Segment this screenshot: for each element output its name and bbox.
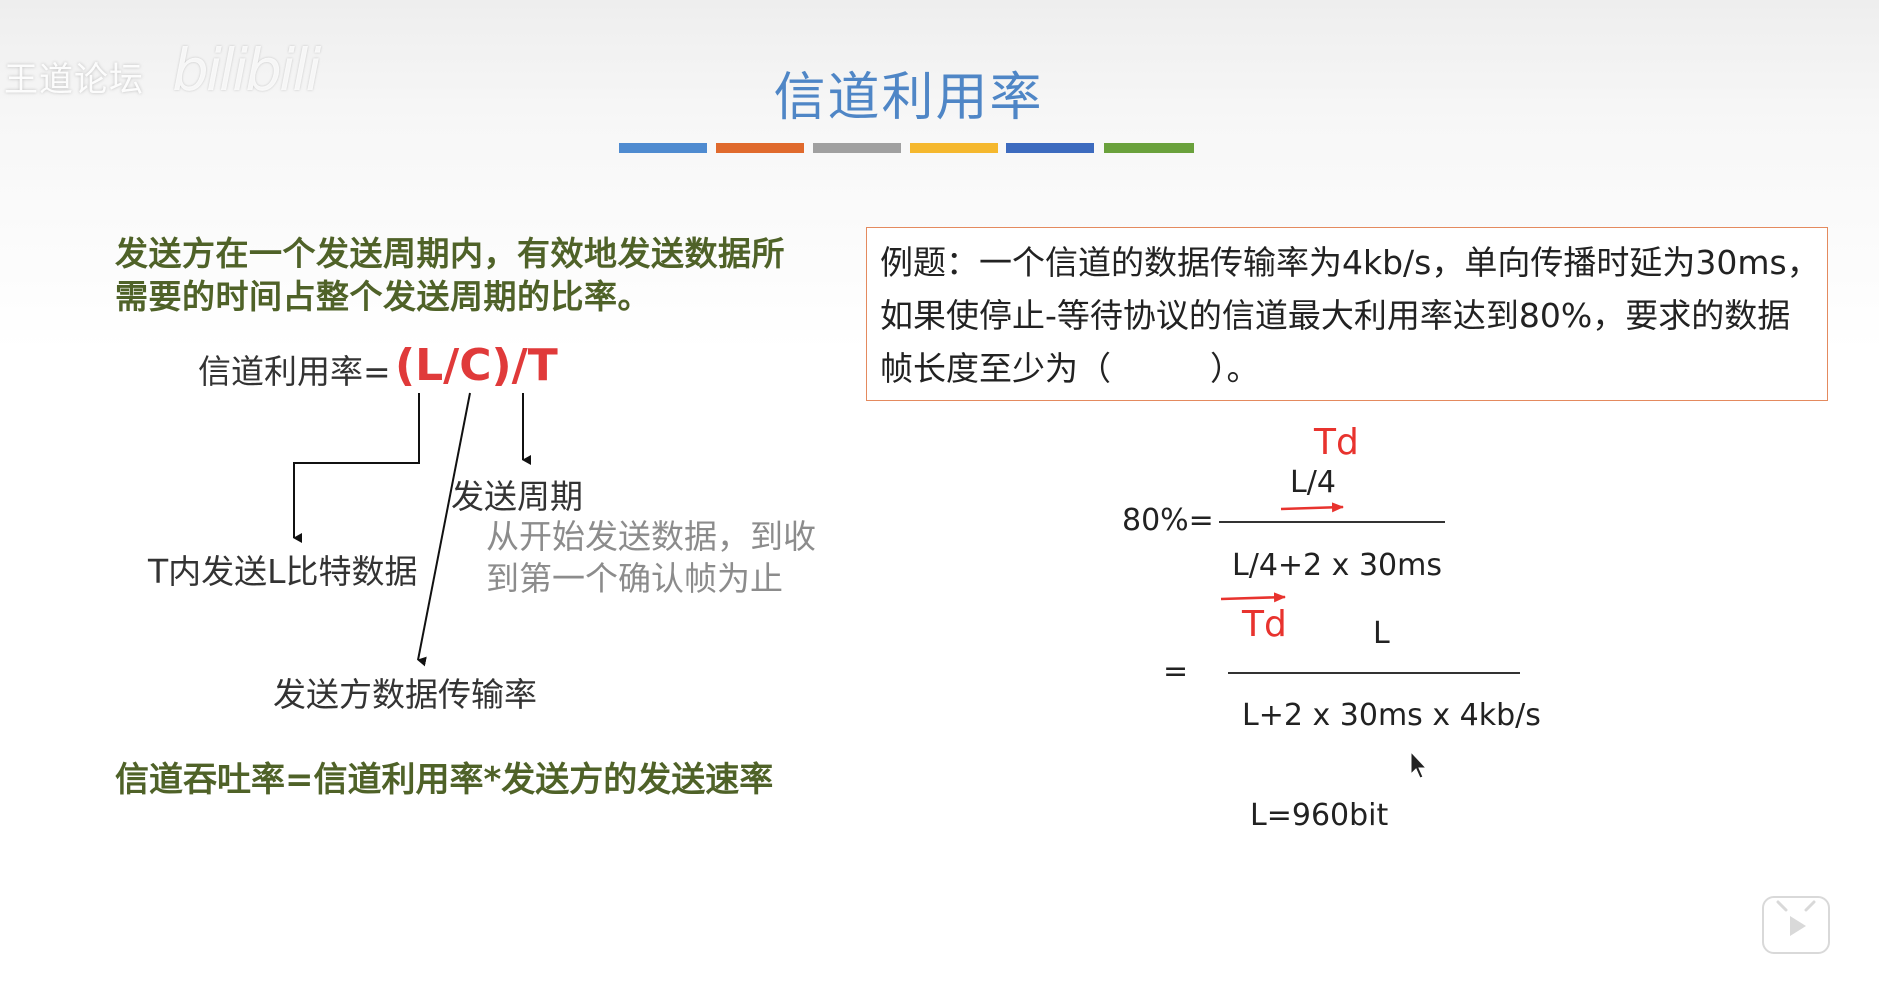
label-t-data: T内发送L比特数据 [148, 552, 418, 591]
color-bar-6 [1104, 143, 1194, 153]
play-button[interactable] [1762, 896, 1830, 954]
arrow-to-t-data [293, 393, 420, 543]
denominator-1: L/4+2 x 30ms [1232, 548, 1442, 583]
example-text: 例题：一个信道的数据传输率为4kb/s，单向传播时延为30ms，如果使停止-等待… [880, 243, 1820, 388]
color-bar-4 [910, 143, 998, 153]
label-sender-rate: 发送方数据传输率 [273, 675, 537, 714]
formula-expression: (L/C)/T [395, 340, 558, 391]
color-bar-5 [1006, 143, 1094, 153]
td-label-mid: Td [1242, 604, 1287, 645]
color-bar-3 [813, 143, 901, 153]
definition-text: 发送方在一个发送周期内，有效地发送数据所需要的时间占整个发送周期的比率。 [115, 234, 785, 316]
label-send-period: 发送周期 [451, 477, 583, 516]
td-label-top: Td [1314, 422, 1359, 463]
equals-sign: = [1163, 654, 1189, 689]
slide-title: 信道利用率 [773, 68, 1044, 128]
fraction-line-2 [1228, 672, 1520, 674]
result: L=960bit [1250, 798, 1389, 833]
note-line-2: 到第一个确认帧为止 [486, 559, 783, 598]
throughput-formula: 信道吞吐率=信道利用率*发送方的发送速率 [115, 760, 774, 800]
cursor-icon [1410, 750, 1428, 779]
red-arrow-top [1280, 502, 1344, 513]
fraction-line-1 [1219, 521, 1445, 523]
numerator-1: L/4 [1290, 465, 1336, 500]
lhs-80-percent: 80%= [1122, 503, 1214, 538]
red-arrow-mid [1220, 592, 1286, 603]
color-bar-1 [619, 143, 707, 153]
arrow-to-sender-rate [417, 392, 471, 667]
play-icon [1776, 900, 1816, 936]
note-line-1: 从开始发送数据，到收 [486, 517, 816, 556]
denominator-2: L+2 x 30ms x 4kb/s [1242, 698, 1541, 733]
color-bar-2 [716, 143, 804, 153]
slide: 王道论坛 bilibili 信道利用率 发送方在一个发送周期内，有效地发送数据所… [0, 0, 1879, 1007]
formula-label: 信道利用率= [198, 352, 391, 391]
numerator-2: L [1373, 616, 1390, 651]
